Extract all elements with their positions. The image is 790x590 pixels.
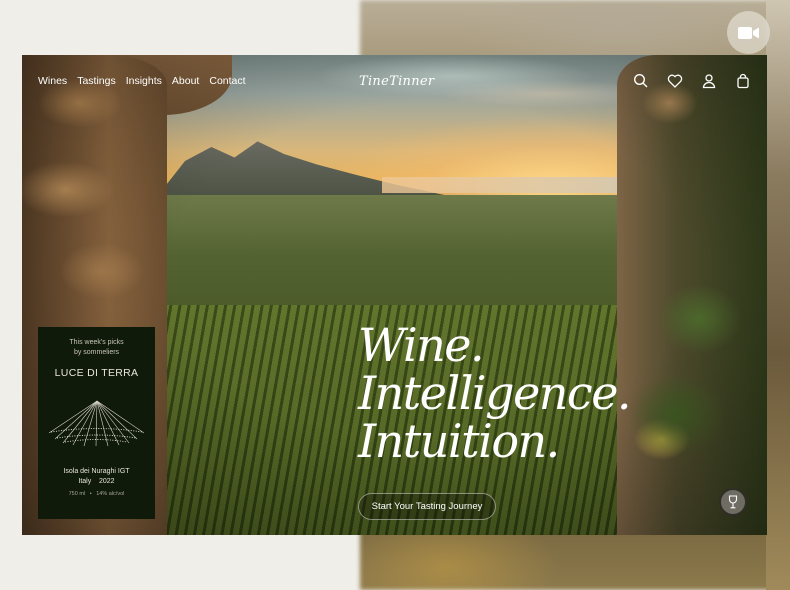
hero-section: Wines Tastings Insights About Contact Ti… [22,55,767,535]
picks-kicker-line-1: This week's picks [69,339,124,346]
wine-region: Isola dei Nuraghi IGT [63,468,130,475]
headline-line-3: Intuition. [358,414,560,468]
main-nav: Wines Tastings Insights About Contact [38,75,246,87]
weekly-picks-card[interactable]: This week's picks by sommeliers LUCE DI … [38,327,155,519]
video-camera-icon [737,26,759,39]
video-button[interactable] [727,11,770,54]
search-icon[interactable] [633,73,649,89]
headline-line-2: Intelligence. [358,366,632,420]
nav-item-contact[interactable]: Contact [209,75,245,87]
picks-kicker-line-2: by sommeliers [73,349,120,356]
wine-details: 750 ml • 14% alc/vol [68,491,125,497]
wine-country-year: Italy 2022 [78,478,115,485]
vineyard-rows-graphic [48,400,145,447]
nav-item-insights[interactable]: Insights [126,75,162,87]
logo[interactable]: TineTinner [359,69,434,95]
wine-name: LUCE DI TERRA [54,367,139,379]
wine-glass-button[interactable] [719,488,747,516]
backdrop-right-strip [766,0,790,590]
headline-line-1: Wine. [358,318,485,372]
wine-meta: Isola dei Nuraghi IGT Italy 2022 [38,467,155,487]
start-tasting-button[interactable]: Start Your Tasting Journey [358,493,496,520]
bag-icon[interactable] [735,73,751,89]
hero-headline: Wine. Intelligence. Intuition. [358,318,632,468]
header-icons [633,73,751,89]
nav-item-wines[interactable]: Wines [38,75,67,87]
wine-glass-icon [728,495,738,509]
picks-kicker: This week's picks by sommeliers [38,338,155,358]
nav-item-about[interactable]: About [172,75,199,87]
nav-item-tastings[interactable]: Tastings [77,75,116,87]
user-icon[interactable] [701,73,717,89]
heart-icon[interactable] [667,73,683,89]
